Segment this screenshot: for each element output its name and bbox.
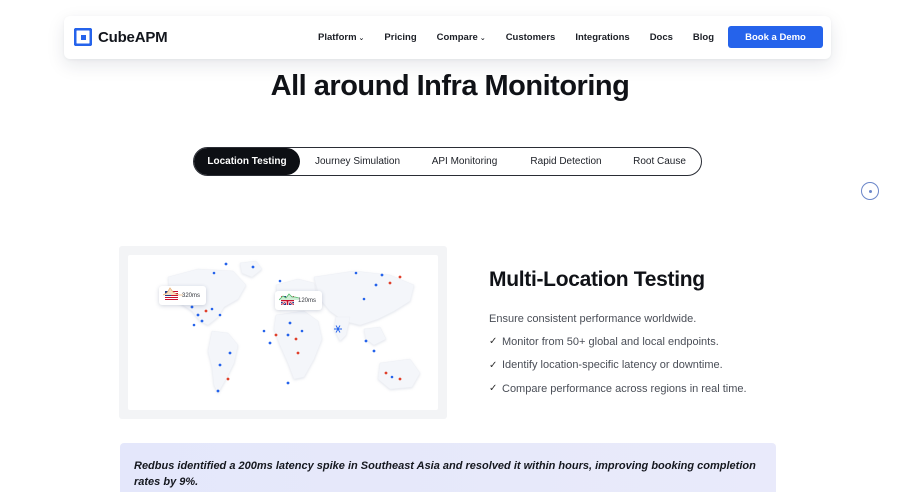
latency-value-us: 320ms: [182, 292, 201, 299]
list-item: ✓ Identify location-specific latency or d…: [489, 359, 747, 371]
tab-api-monitoring[interactable]: API Monitoring: [415, 148, 514, 175]
nav-customers[interactable]: Customers: [506, 32, 556, 43]
list-item: ✓ Compare performance across regions in r…: [489, 382, 747, 395]
nav-customers-label: Customers: [505, 32, 556, 43]
tab-journey-simulation[interactable]: Journey Simulation: [300, 148, 415, 175]
world-map-card: 320ms 120ms: [119, 246, 447, 419]
page-title: All around Infra Monitoring: [270, 70, 630, 102]
feature-bullets: ✓ Monitor from 50+ global and local endpo…: [489, 336, 747, 407]
bullet-text: Identify location-specific latency or do…: [502, 359, 723, 371]
chevron-down-icon: ⌄: [479, 34, 486, 42]
scroll-indicator-icon[interactable]: [861, 182, 879, 200]
nav-blog-label: Blog: [692, 32, 715, 43]
nav-blog[interactable]: Blog: [693, 32, 714, 43]
nav-compare[interactable]: Compare ⌄: [437, 32, 486, 43]
nav-pricing[interactable]: Pricing: [384, 32, 416, 43]
brand-name: CubeAPM: [98, 28, 168, 46]
nav-docs-label: Docs: [649, 32, 673, 43]
brand-logo[interactable]: CubeAPM: [73, 27, 168, 47]
nav-integrations-label: Integrations: [575, 32, 630, 43]
tab-rapid-detection[interactable]: Rapid Detection: [514, 148, 618, 175]
check-icon: ✓: [489, 383, 498, 394]
trend-sparkline-icon: [279, 293, 299, 301]
nav-docs[interactable]: Docs: [650, 32, 673, 43]
top-navbar: CubeAPM Platform ⌄ Pricing Compare ⌄ Custo…: [64, 16, 831, 59]
nav-pricing-label: Pricing: [384, 32, 417, 43]
check-icon: ✓: [489, 336, 498, 347]
tab-root-cause[interactable]: Root Cause: [618, 148, 701, 175]
nav-compare-label: Compare: [436, 32, 478, 43]
nav-integrations[interactable]: Integrations: [575, 32, 629, 43]
nav-platform-label: Platform: [318, 32, 357, 43]
trend-sparkline-icon: [163, 287, 183, 296]
latency-bubble-us: 320ms: [159, 286, 207, 305]
case-study-quote: Redbus identified a 200ms latency spike …: [120, 443, 776, 492]
feature-subtitle: Ensure consistent performance worldwide.: [489, 313, 697, 325]
list-item: ✓ Monitor from 50+ global and local endpo…: [489, 335, 747, 348]
chevron-down-icon: ⌄: [358, 34, 365, 42]
feature-tabs: Location Testing Journey Simulation API …: [193, 147, 702, 176]
quote-text: Redbus identified a 200ms latency spike …: [134, 460, 756, 488]
bullet-text: Compare performance across regions in re…: [502, 382, 747, 395]
check-icon: ✓: [489, 359, 498, 371]
world-map-graphic: [167, 260, 421, 394]
feature-title: Multi-Location Testing: [489, 268, 705, 291]
book-demo-button[interactable]: Book a Demo: [728, 26, 823, 48]
bullet-text: Monitor from 50+ global and local endpoi…: [502, 335, 719, 348]
world-map: 320ms 120ms: [128, 255, 438, 410]
latency-bubble-uk: 120ms: [275, 291, 323, 310]
cube-logo-icon: [73, 27, 93, 47]
latency-value-uk: 120ms: [298, 297, 317, 304]
nav-links: Platform ⌄ Pricing Compare ⌄ Customers Int…: [318, 16, 734, 59]
tab-location-testing[interactable]: Location Testing: [194, 148, 300, 175]
nav-platform[interactable]: Platform ⌄: [318, 32, 364, 43]
